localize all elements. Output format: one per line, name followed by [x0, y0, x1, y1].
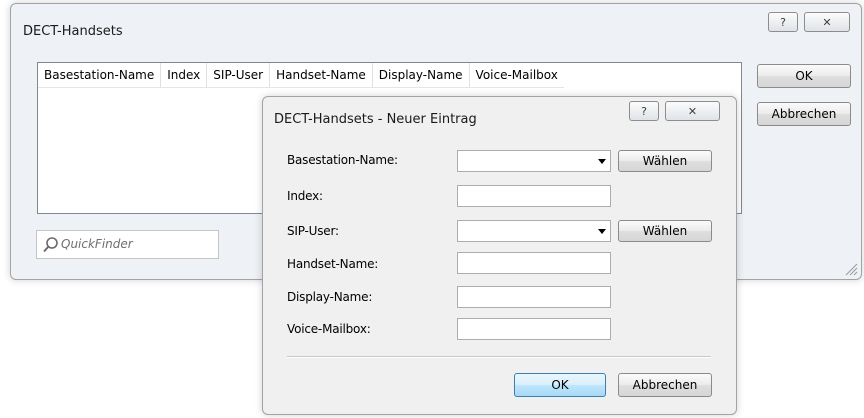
dialog-separator	[287, 356, 711, 358]
column-handset-name[interactable]: Handset-Name	[270, 63, 373, 87]
sip-user-label: SIP-User:	[287, 224, 339, 238]
voice-mailbox-input[interactable]	[457, 318, 611, 340]
chevron-down-icon	[598, 229, 606, 234]
close-button[interactable]: ✕	[804, 12, 850, 32]
handset-name-input[interactable]	[457, 252, 611, 274]
choose-basestation-button[interactable]: Wählen	[618, 150, 712, 172]
chevron-down-icon	[598, 159, 606, 164]
close-icon: ✕	[687, 104, 698, 118]
column-basestation-name[interactable]: Basestation-Name	[38, 63, 162, 87]
sip-user-select[interactable]	[457, 220, 611, 242]
column-index[interactable]: Index	[161, 63, 208, 87]
index-label: Index:	[287, 189, 323, 203]
dialog-ok-button[interactable]: OK	[514, 373, 606, 397]
dialog-title: DECT-Handsets - Neuer Eintrag	[274, 112, 477, 127]
dialog-close-button[interactable]: ✕	[665, 101, 720, 121]
help-icon: ?	[641, 104, 647, 118]
voice-mailbox-label: Voice-Mailbox:	[287, 322, 371, 336]
table-header: Basestation-Name Index SIP-User Handset-…	[38, 63, 564, 88]
choose-sip-user-button[interactable]: Wählen	[618, 220, 712, 242]
display-name-label: Display-Name:	[287, 290, 373, 304]
dialog-help-button[interactable]: ?	[629, 101, 659, 121]
basestation-name-select[interactable]	[457, 150, 611, 172]
help-button[interactable]: ?	[768, 12, 798, 32]
close-icon: ✕	[822, 15, 832, 29]
window-title: DECT-Handsets	[23, 24, 123, 39]
cancel-button[interactable]: Abbrechen	[757, 102, 851, 126]
help-icon: ?	[780, 15, 786, 29]
quickfinder-input[interactable]: QuickFinder	[36, 230, 219, 259]
column-display-name[interactable]: Display-Name	[373, 63, 470, 87]
display-name-input[interactable]	[457, 286, 611, 308]
dialog-cancel-button[interactable]: Abbrechen	[618, 373, 712, 397]
search-icon	[43, 237, 58, 253]
resize-grip-icon[interactable]	[844, 262, 858, 276]
index-input[interactable]	[457, 185, 611, 207]
column-voice-mailbox[interactable]: Voice-Mailbox	[470, 63, 564, 87]
column-sip-user[interactable]: SIP-User	[207, 63, 271, 87]
quickfinder-placeholder: QuickFinder	[61, 237, 133, 251]
ok-button[interactable]: OK	[757, 64, 851, 88]
new-entry-dialog: DECT-Handsets - Neuer Eintrag ? ✕ Basest…	[262, 96, 737, 415]
basestation-name-label: Basestation-Name:	[287, 153, 398, 167]
handset-name-label: Handset-Name:	[287, 257, 379, 271]
